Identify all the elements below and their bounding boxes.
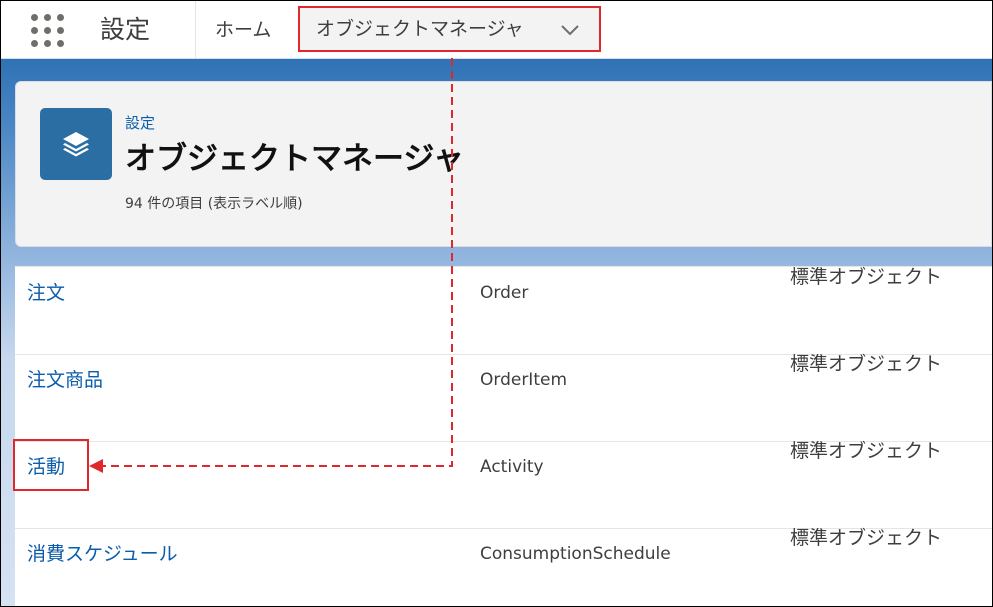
breadcrumb[interactable]: 設定 (125, 113, 155, 133)
table-row: 消費スケジュール ConsumptionSchedule 標準オブジェクト (15, 527, 992, 606)
nav-divider (195, 1, 196, 58)
page-title: オブジェクトマネージャ (125, 141, 464, 177)
annotation-highlight-box (13, 439, 89, 491)
nav-item-home[interactable]: ホーム (215, 18, 271, 42)
object-label-link[interactable]: 消費スケジュール (27, 542, 178, 566)
object-type: 標準オブジェクト (790, 266, 943, 288)
nav-tab-object-manager[interactable]: オブジェクトマネージャ (298, 6, 601, 52)
object-type: 標準オブジェクト (790, 440, 943, 462)
object-list-table: 注文 Order 標準オブジェクト 注文商品 OrderItem 標準オブジェク… (15, 266, 992, 606)
chevron-down-icon[interactable] (560, 24, 580, 36)
object-type: 標準オブジェクト (790, 353, 943, 375)
object-label-link[interactable]: 注文商品 (27, 368, 103, 392)
app-title: 設定 (100, 15, 151, 44)
object-type: 標準オブジェクト (790, 527, 943, 549)
object-api-name: ConsumptionSchedule (480, 544, 671, 564)
object-label-link[interactable]: 注文 (27, 281, 65, 305)
global-navigation-bar: 設定 ホーム オブジェクトマネージャ (1, 1, 992, 59)
table-row: 活動 Activity 標準オブジェクト (15, 440, 992, 529)
item-count: 94 件の項目 (表示ラベル順) (125, 196, 303, 212)
object-api-name: Activity (480, 457, 544, 477)
object-api-name: OrderItem (480, 370, 568, 390)
table-row: 注文商品 OrderItem 標準オブジェクト (15, 353, 992, 442)
layers-stack-icon (40, 108, 112, 180)
screenshot-frame: 設定 ホーム オブジェクトマネージャ 設定 オブジェクトマネージャ 94 件の項… (0, 0, 993, 607)
nav-tab-label: オブジェクトマネージャ (316, 18, 524, 40)
object-api-name: Order (480, 283, 529, 303)
app-launcher-grid-icon[interactable] (31, 14, 65, 48)
table-row: 注文 Order 標準オブジェクト (15, 266, 992, 355)
